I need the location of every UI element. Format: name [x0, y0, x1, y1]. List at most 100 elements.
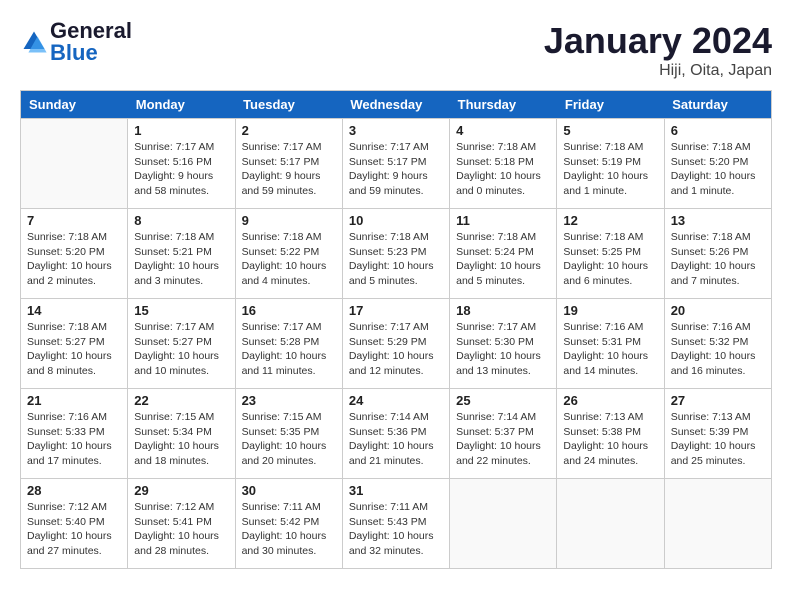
day-number: 16	[242, 303, 336, 318]
day-number: 22	[134, 393, 228, 408]
day-cell-12: 12 Sunrise: 7:18 AM Sunset: 5:25 PM Dayli…	[557, 209, 664, 299]
calendar-body: 1 Sunrise: 7:17 AM Sunset: 5:16 PM Daylig…	[21, 119, 772, 569]
day-number: 19	[563, 303, 657, 318]
week-row-4: 21 Sunrise: 7:16 AM Sunset: 5:33 PM Dayli…	[21, 389, 772, 479]
day-cell-20: 20 Sunrise: 7:16 AM Sunset: 5:32 PM Dayli…	[664, 299, 771, 389]
day-info: Sunrise: 7:16 AM Sunset: 5:32 PM Dayligh…	[671, 320, 765, 379]
day-cell-7: 7Sunrise: 7:18 AM Sunset: 5:20 PM Daylig…	[21, 209, 128, 299]
day-cell-13: 13Sunrise: 7:18 AM Sunset: 5:26 PM Dayli…	[664, 209, 771, 299]
empty-cell	[557, 479, 664, 569]
calendar-header: SundayMondayTuesdayWednesdayThursdayFrid…	[21, 91, 772, 119]
day-info: Sunrise: 7:14 AM Sunset: 5:37 PM Dayligh…	[456, 410, 550, 469]
day-cell-29: 29Sunrise: 7:12 AM Sunset: 5:41 PM Dayli…	[128, 479, 235, 569]
day-cell-23: 23 Sunrise: 7:15 AM Sunset: 5:35 PM Dayli…	[235, 389, 342, 479]
day-number: 28	[27, 483, 121, 498]
logo-text: General Blue	[50, 20, 132, 64]
day-cell-3: 3Sunrise: 7:17 AM Sunset: 5:17 PM Daylig…	[342, 119, 449, 209]
day-number: 21	[27, 393, 121, 408]
day-cell-6: 6 Sunrise: 7:18 AM Sunset: 5:20 PM Daylig…	[664, 119, 771, 209]
day-info: Sunrise: 7:18 AM Sunset: 5:23 PM Dayligh…	[349, 230, 443, 289]
day-info: Sunrise: 7:12 AM Sunset: 5:40 PM Dayligh…	[27, 500, 121, 559]
day-header-tuesday: Tuesday	[235, 91, 342, 119]
empty-cell	[450, 479, 557, 569]
day-number: 8	[134, 213, 228, 228]
day-info: Sunrise: 7:18 AM Sunset: 5:24 PM Dayligh…	[456, 230, 550, 289]
day-number: 29	[134, 483, 228, 498]
day-cell-10: 10 Sunrise: 7:18 AM Sunset: 5:23 PM Dayli…	[342, 209, 449, 299]
day-info: Sunrise: 7:18 AM Sunset: 5:27 PM Dayligh…	[27, 320, 121, 379]
week-row-5: 28 Sunrise: 7:12 AM Sunset: 5:40 PM Dayli…	[21, 479, 772, 569]
day-info: Sunrise: 7:18 AM Sunset: 5:18 PM Dayligh…	[456, 140, 550, 199]
day-number: 5	[563, 123, 657, 138]
day-info: Sunrise: 7:15 AM Sunset: 5:35 PM Dayligh…	[242, 410, 336, 469]
day-cell-9: 9Sunrise: 7:18 AM Sunset: 5:22 PM Daylig…	[235, 209, 342, 299]
logo: General Blue	[20, 20, 132, 64]
week-row-2: 7Sunrise: 7:18 AM Sunset: 5:20 PM Daylig…	[21, 209, 772, 299]
day-cell-28: 28 Sunrise: 7:12 AM Sunset: 5:40 PM Dayli…	[21, 479, 128, 569]
day-header-monday: Monday	[128, 91, 235, 119]
day-number: 18	[456, 303, 550, 318]
day-cell-2: 2 Sunrise: 7:17 AM Sunset: 5:17 PM Daylig…	[235, 119, 342, 209]
day-number: 20	[671, 303, 765, 318]
day-info: Sunrise: 7:18 AM Sunset: 5:20 PM Dayligh…	[671, 140, 765, 199]
day-info: Sunrise: 7:17 AM Sunset: 5:27 PM Dayligh…	[134, 320, 228, 379]
title-block: January 2024 Hiji, Oita, Japan	[544, 20, 772, 80]
day-cell-26: 26Sunrise: 7:13 AM Sunset: 5:38 PM Dayli…	[557, 389, 664, 479]
day-number: 2	[242, 123, 336, 138]
day-number: 25	[456, 393, 550, 408]
day-info: Sunrise: 7:17 AM Sunset: 5:29 PM Dayligh…	[349, 320, 443, 379]
day-cell-22: 22Sunrise: 7:15 AM Sunset: 5:34 PM Dayli…	[128, 389, 235, 479]
day-info: Sunrise: 7:18 AM Sunset: 5:21 PM Dayligh…	[134, 230, 228, 289]
day-cell-5: 5 Sunrise: 7:18 AM Sunset: 5:19 PM Daylig…	[557, 119, 664, 209]
logo-icon	[20, 28, 48, 56]
day-cell-21: 21 Sunrise: 7:16 AM Sunset: 5:33 PM Dayli…	[21, 389, 128, 479]
day-number: 3	[349, 123, 443, 138]
day-info: Sunrise: 7:13 AM Sunset: 5:39 PM Dayligh…	[671, 410, 765, 469]
day-info: Sunrise: 7:11 AM Sunset: 5:42 PM Dayligh…	[242, 500, 336, 559]
day-header-saturday: Saturday	[664, 91, 771, 119]
day-number: 17	[349, 303, 443, 318]
day-header-thursday: Thursday	[450, 91, 557, 119]
day-info: Sunrise: 7:13 AM Sunset: 5:38 PM Dayligh…	[563, 410, 657, 469]
day-number: 6	[671, 123, 765, 138]
day-number: 9	[242, 213, 336, 228]
day-cell-25: 25 Sunrise: 7:14 AM Sunset: 5:37 PM Dayli…	[450, 389, 557, 479]
day-number: 27	[671, 393, 765, 408]
day-info: Sunrise: 7:17 AM Sunset: 5:17 PM Dayligh…	[242, 140, 336, 199]
day-cell-19: 19 Sunrise: 7:16 AM Sunset: 5:31 PM Dayli…	[557, 299, 664, 389]
empty-cell	[21, 119, 128, 209]
day-cell-8: 8 Sunrise: 7:18 AM Sunset: 5:21 PM Daylig…	[128, 209, 235, 299]
day-number: 10	[349, 213, 443, 228]
month-title: January 2024	[544, 20, 772, 62]
day-info: Sunrise: 7:18 AM Sunset: 5:19 PM Dayligh…	[563, 140, 657, 199]
day-cell-16: 16 Sunrise: 7:17 AM Sunset: 5:28 PM Dayli…	[235, 299, 342, 389]
day-cell-11: 11Sunrise: 7:18 AM Sunset: 5:24 PM Dayli…	[450, 209, 557, 299]
day-info: Sunrise: 7:17 AM Sunset: 5:28 PM Dayligh…	[242, 320, 336, 379]
day-number: 1	[134, 123, 228, 138]
day-cell-24: 24Sunrise: 7:14 AM Sunset: 5:36 PM Dayli…	[342, 389, 449, 479]
day-info: Sunrise: 7:18 AM Sunset: 5:20 PM Dayligh…	[27, 230, 121, 289]
day-header-friday: Friday	[557, 91, 664, 119]
day-cell-14: 14 Sunrise: 7:18 AM Sunset: 5:27 PM Dayli…	[21, 299, 128, 389]
day-info: Sunrise: 7:18 AM Sunset: 5:25 PM Dayligh…	[563, 230, 657, 289]
day-cell-18: 18Sunrise: 7:17 AM Sunset: 5:30 PM Dayli…	[450, 299, 557, 389]
day-number: 12	[563, 213, 657, 228]
location: Hiji, Oita, Japan	[544, 62, 772, 80]
day-number: 4	[456, 123, 550, 138]
empty-cell	[664, 479, 771, 569]
week-row-3: 14 Sunrise: 7:18 AM Sunset: 5:27 PM Dayli…	[21, 299, 772, 389]
day-number: 24	[349, 393, 443, 408]
page-header: General Blue January 2024 Hiji, Oita, Ja…	[20, 20, 772, 80]
week-row-1: 1 Sunrise: 7:17 AM Sunset: 5:16 PM Daylig…	[21, 119, 772, 209]
calendar-table: SundayMondayTuesdayWednesdayThursdayFrid…	[20, 90, 772, 569]
day-number: 23	[242, 393, 336, 408]
day-info: Sunrise: 7:16 AM Sunset: 5:31 PM Dayligh…	[563, 320, 657, 379]
day-info: Sunrise: 7:17 AM Sunset: 5:16 PM Dayligh…	[134, 140, 228, 199]
day-header-sunday: Sunday	[21, 91, 128, 119]
day-cell-17: 17 Sunrise: 7:17 AM Sunset: 5:29 PM Dayli…	[342, 299, 449, 389]
day-cell-27: 27 Sunrise: 7:13 AM Sunset: 5:39 PM Dayli…	[664, 389, 771, 479]
day-number: 13	[671, 213, 765, 228]
day-info: Sunrise: 7:16 AM Sunset: 5:33 PM Dayligh…	[27, 410, 121, 469]
day-cell-31: 31Sunrise: 7:11 AM Sunset: 5:43 PM Dayli…	[342, 479, 449, 569]
day-number: 14	[27, 303, 121, 318]
